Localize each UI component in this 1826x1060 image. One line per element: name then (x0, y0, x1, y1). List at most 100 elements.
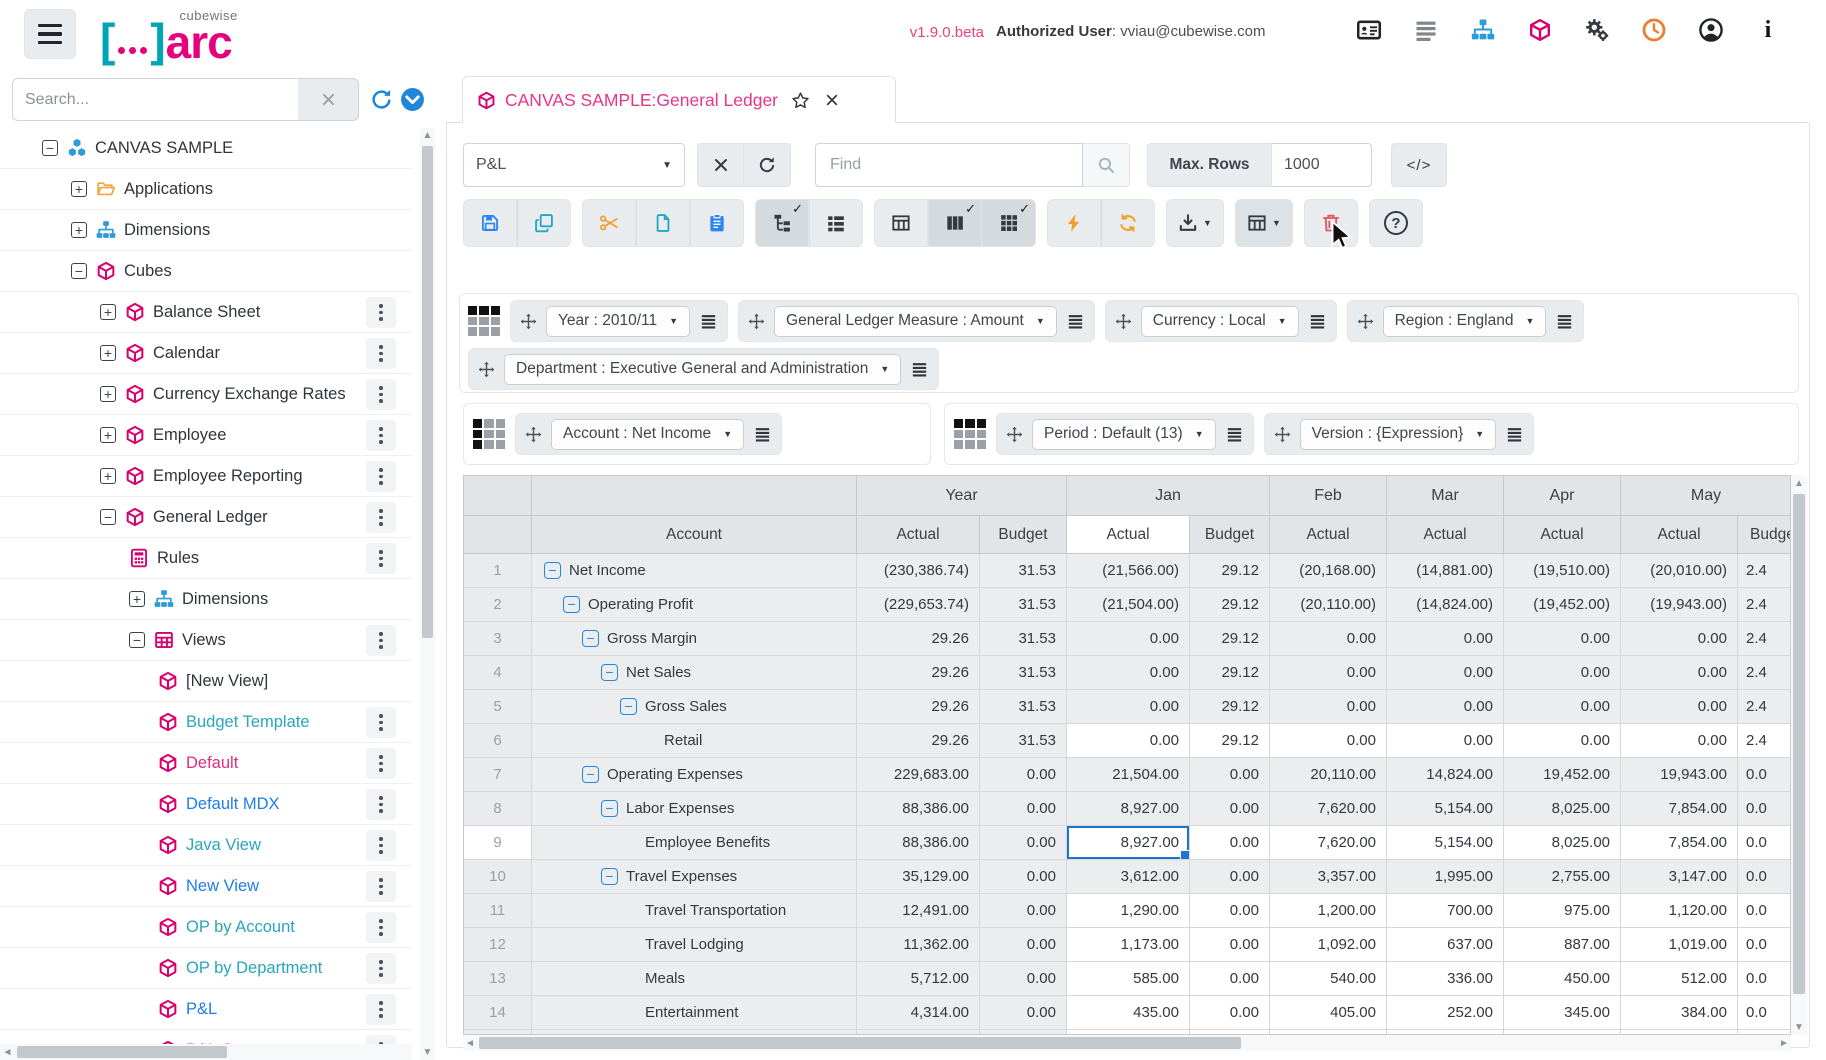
value-cell[interactable]: 336.00 (1387, 962, 1504, 996)
save-button[interactable] (463, 199, 517, 247)
value-cell[interactable]: 14,824.00 (1387, 758, 1504, 792)
row-number-cell[interactable]: 8 (464, 792, 532, 826)
table-button[interactable]: ▼ (1235, 199, 1293, 247)
tree-item-default-mdx[interactable]: Default MDX (0, 784, 412, 825)
kebab-menu-icon[interactable] (366, 543, 396, 574)
value-cell[interactable]: 1,173.00 (1067, 928, 1190, 962)
tree-item-applications[interactable]: +Applications (0, 169, 412, 210)
cube-icon[interactable] (1528, 18, 1552, 42)
value-cell[interactable]: 0.00 (1190, 792, 1270, 826)
value-cell[interactable]: 0.00 (1190, 826, 1270, 860)
value-cell[interactable]: 0.00 (1504, 724, 1621, 758)
file-button[interactable] (636, 199, 690, 247)
find-search-button[interactable] (1083, 143, 1130, 187)
value-cell[interactable]: 2.4 (1738, 656, 1790, 690)
kebab-menu-icon[interactable] (366, 338, 396, 369)
value-cell[interactable]: 5,154.00 (1387, 826, 1504, 860)
account-cell[interactable]: −Net Income (532, 554, 857, 588)
move-icon[interactable] (478, 361, 495, 378)
move-icon[interactable] (748, 313, 765, 330)
move-icon[interactable] (1115, 313, 1132, 330)
value-cell[interactable]: 0.0 (1738, 996, 1790, 1030)
grid-button[interactable]: ✓ (982, 199, 1036, 247)
bolt-button[interactable] (1047, 199, 1101, 247)
row-number-cell[interactable]: 13 (464, 962, 532, 996)
value-cell[interactable]: 252.00 (1387, 996, 1504, 1030)
value-cell[interactable]: 0.00 (1621, 622, 1738, 656)
value-cell[interactable]: 31.53 (980, 622, 1067, 656)
value-cell[interactable]: 29.12 (1190, 588, 1270, 622)
tree-item-new-view[interactable]: New View (0, 866, 412, 907)
row-number-cell[interactable]: 3 (464, 622, 532, 656)
expand-icon[interactable]: + (71, 181, 87, 197)
value-cell[interactable]: 384.00 (1621, 996, 1738, 1030)
value-cell[interactable]: 0.00 (1270, 724, 1387, 758)
row-number-cell[interactable]: 9 (464, 826, 532, 860)
value-cell[interactable]: 512.00 (1621, 962, 1738, 996)
kebab-menu-icon[interactable] (366, 379, 396, 410)
value-cell[interactable]: 0.00 (1067, 622, 1190, 656)
mdx-code-button[interactable]: </> (1391, 143, 1447, 187)
value-cell[interactable]: 1,290.00 (1067, 894, 1190, 928)
value-cell[interactable]: 1,200.00 (1270, 894, 1387, 928)
download-button[interactable]: ▼ (1166, 199, 1224, 247)
move-icon[interactable] (1006, 426, 1023, 443)
expand-icon[interactable]: + (100, 386, 116, 402)
value-cell[interactable]: 29.12 (1190, 554, 1270, 588)
sidebar-hscrollbar[interactable]: ◄ (0, 1044, 412, 1060)
rows-axis-icon[interactable] (473, 419, 505, 449)
value-cell[interactable]: 35,129.00 (857, 860, 980, 894)
value-cell[interactable]: 8,025.00 (1504, 826, 1621, 860)
value-cell[interactable]: 0.00 (980, 758, 1067, 792)
value-cell[interactable]: 0.00 (980, 928, 1067, 962)
account-cell[interactable]: Retail (532, 724, 857, 758)
value-cell[interactable]: 2.4 (1738, 724, 1790, 758)
collapse-icon[interactable]: − (601, 868, 618, 885)
collapse-icon[interactable]: − (601, 664, 618, 681)
move-icon[interactable] (1274, 426, 1291, 443)
account-cell[interactable]: Employee Benefits (532, 826, 857, 860)
value-cell[interactable]: 88,386.00 (857, 792, 980, 826)
account-cell[interactable]: Travel Transportation (532, 894, 857, 928)
columns-button[interactable]: ✓ (928, 199, 982, 247)
expand-icon[interactable]: + (100, 345, 116, 361)
grid-hscrollbar-thumb[interactable] (479, 1037, 1241, 1049)
move-icon[interactable] (520, 313, 537, 330)
rebuild-button[interactable] (1101, 199, 1155, 247)
tree-item-employee-reporting[interactable]: +Employee Reporting (0, 456, 412, 497)
value-cell[interactable]: 0.00 (980, 792, 1067, 826)
value-cell[interactable]: 2,755.00 (1504, 860, 1621, 894)
value-cell[interactable]: 1,120.00 (1621, 894, 1738, 928)
subset-list-icon[interactable] (753, 426, 772, 443)
scroll-up-arrow[interactable]: ▲ (420, 128, 435, 143)
list-detail-button[interactable] (809, 199, 863, 247)
dimension-select[interactable]: Period : Default (13)▼ (1032, 419, 1216, 450)
value-cell[interactable]: 700.00 (1387, 894, 1504, 928)
dimension-select[interactable]: Currency : Local▼ (1141, 306, 1299, 337)
dimension-select[interactable]: Version : {Expression}▼ (1300, 419, 1497, 450)
value-cell[interactable]: 29.26 (857, 622, 980, 656)
value-cell[interactable]: 8,927.00 (1067, 792, 1190, 826)
value-cell[interactable]: 3,612.00 (1067, 860, 1190, 894)
value-cell[interactable]: 0.00 (1270, 622, 1387, 656)
dimension-select[interactable]: Region : England▼ (1383, 306, 1547, 337)
row-number-cell[interactable]: 7 (464, 758, 532, 792)
tree-item-op-by-account[interactable]: OP by Account (0, 907, 412, 948)
account-cell[interactable]: Meals (532, 962, 857, 996)
account-cell[interactable]: −Travel Expenses (532, 860, 857, 894)
scroll-right-arrow[interactable]: ► (1777, 1035, 1791, 1051)
value-cell[interactable]: 0.00 (1387, 656, 1504, 690)
value-cell[interactable]: 0.00 (1621, 690, 1738, 724)
value-cell[interactable]: 450.00 (1504, 962, 1621, 996)
value-cell[interactable]: 0.00 (980, 962, 1067, 996)
tree-item-calendar[interactable]: +Calendar (0, 333, 412, 374)
value-cell[interactable]: 637.00 (1387, 928, 1504, 962)
value-cell[interactable]: (20,010.00) (1621, 554, 1738, 588)
row-number-cell[interactable]: 14 (464, 996, 532, 1030)
subset-list-icon[interactable] (1505, 426, 1524, 443)
kebab-menu-icon[interactable] (366, 953, 396, 984)
value-cell[interactable]: 0.00 (1270, 690, 1387, 724)
tree-item-rules[interactable]: Rules (0, 538, 412, 579)
kebab-menu-icon[interactable] (366, 1035, 396, 1044)
value-cell[interactable]: 2.4 (1738, 588, 1790, 622)
